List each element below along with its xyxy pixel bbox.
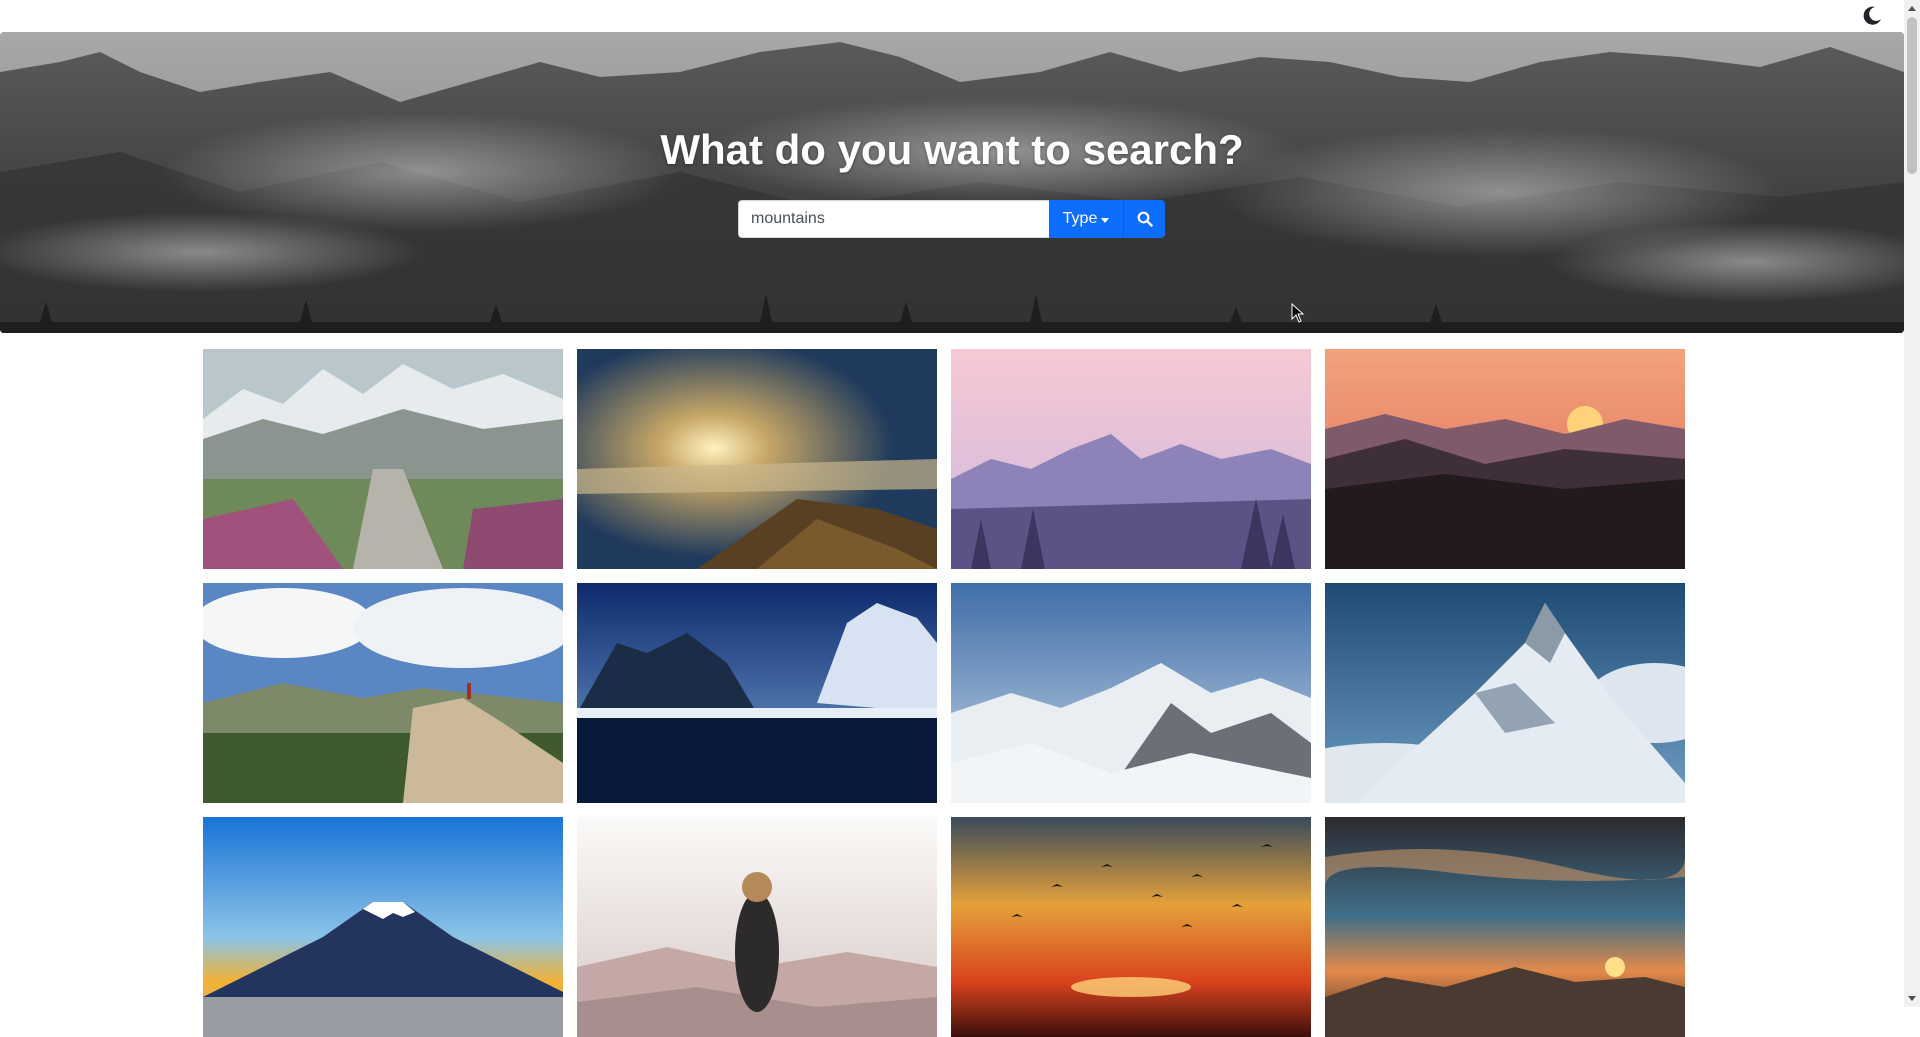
hero-banner: What do you want to search? Type xyxy=(0,32,1904,333)
top-bar xyxy=(0,0,1904,32)
search-icon xyxy=(1137,211,1153,227)
gallery-image[interactable] xyxy=(577,349,937,569)
image-gallery xyxy=(203,349,1685,1037)
page-title: What do you want to search? xyxy=(660,126,1244,173)
scrollbar-thumb[interactable] xyxy=(1907,17,1917,174)
type-dropdown-label: Type xyxy=(1062,210,1098,227)
gallery-image[interactable] xyxy=(951,817,1311,1037)
mouse-cursor-icon xyxy=(1291,303,1305,323)
gallery-image[interactable] xyxy=(203,349,563,569)
scroll-up-arrow-icon[interactable] xyxy=(1904,0,1920,16)
gallery-image[interactable] xyxy=(203,583,563,803)
moon-icon[interactable] xyxy=(1860,4,1884,28)
gallery-image[interactable] xyxy=(203,817,563,1037)
search-input[interactable] xyxy=(738,200,1049,238)
caret-down-icon xyxy=(1101,217,1110,223)
gallery-image[interactable] xyxy=(951,583,1311,803)
gallery-image[interactable] xyxy=(577,817,937,1037)
scroll-down-arrow-icon[interactable] xyxy=(1904,991,1920,1007)
search-button[interactable] xyxy=(1124,200,1165,238)
gallery-image[interactable] xyxy=(951,349,1311,569)
gallery-image[interactable] xyxy=(1325,349,1685,569)
gallery-image[interactable] xyxy=(1325,817,1685,1037)
type-dropdown-button[interactable]: Type xyxy=(1049,200,1124,238)
mountain-background-image xyxy=(0,32,1904,333)
search-bar: Type xyxy=(738,200,1165,238)
vertical-scrollbar[interactable] xyxy=(1904,0,1920,1007)
gallery-image[interactable] xyxy=(1325,583,1685,803)
gallery-image[interactable] xyxy=(577,583,937,803)
